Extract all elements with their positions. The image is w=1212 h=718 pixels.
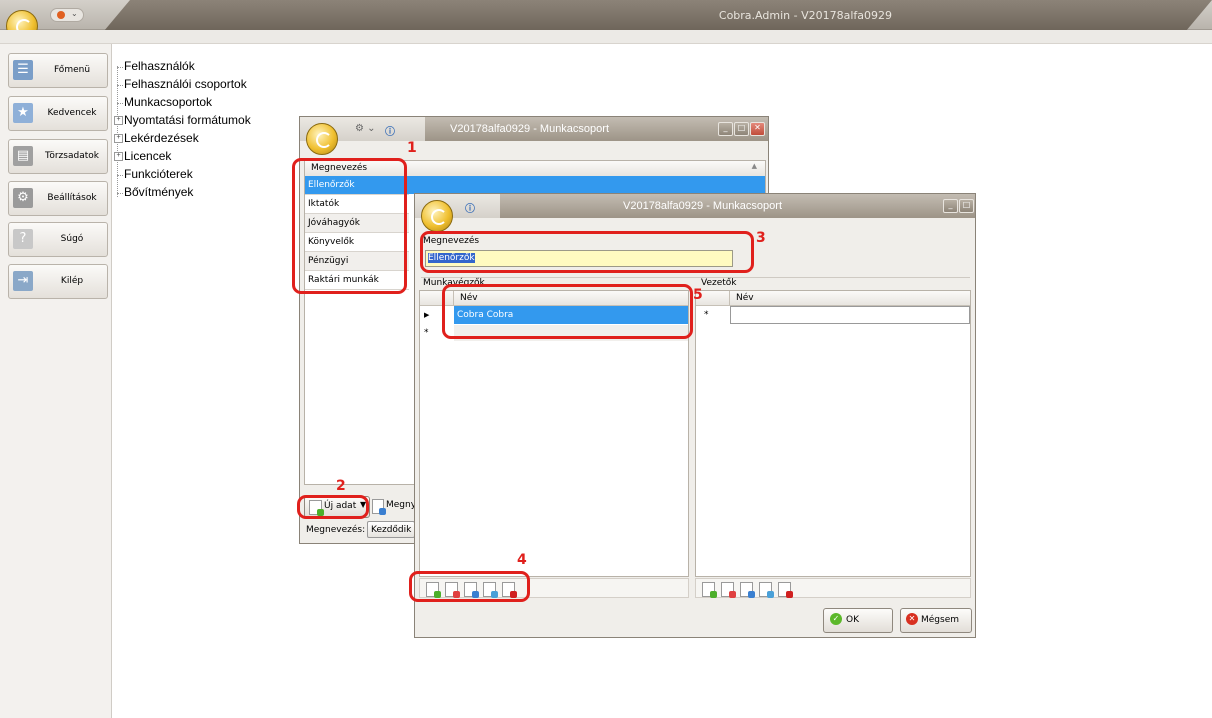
list-icon: ☰: [13, 60, 33, 80]
left-navigation: ☰ Főmenü ★ Kedvencek ▤ Törzsadatok ⚙ Beá…: [0, 44, 112, 718]
new-row-indicator-icon: *: [704, 310, 709, 320]
nav-label: Súgó: [60, 234, 84, 244]
tree-item-funkcioterek[interactable]: Funkcióterek: [117, 167, 193, 181]
annotation-box-5: [442, 284, 693, 339]
info-icon[interactable]: ⓘ: [385, 123, 395, 138]
tree-item-munkacsoportok[interactable]: Munkacsoportok: [116, 95, 213, 109]
settings-icon[interactable]: ⚙ ⌄: [355, 123, 376, 134]
add-row-icon[interactable]: [702, 582, 717, 598]
nav-sugo-button[interactable]: ? Súgó: [8, 222, 108, 257]
annotation-box-4: [409, 571, 530, 602]
record-icon: [57, 11, 65, 19]
question-icon: ?: [13, 229, 33, 249]
list-window-title: V20178alfa0929 - Munkacsoport: [450, 123, 609, 135]
delete-row-icon[interactable]: [778, 582, 793, 598]
tree-item-label: Munkacsoportok: [124, 95, 213, 109]
annotation-number-4: 4: [517, 552, 527, 568]
check-icon: ✓: [830, 613, 842, 625]
annotation-box-1: [292, 158, 407, 294]
window-orb-icon[interactable]: [306, 123, 338, 155]
remove-row-icon[interactable]: [721, 582, 736, 598]
app-title: Cobra.Admin - V20178alfa0929: [718, 9, 892, 22]
column-header[interactable]: Név: [736, 293, 754, 303]
tree-item-label: Bővítmények: [124, 185, 194, 199]
nav-label: Törzsadatok: [45, 151, 99, 161]
tree-item-label: Funkcióterek: [124, 167, 193, 181]
cancel-button[interactable]: ✕ Mégsem: [900, 608, 972, 633]
tree-item-licencek[interactable]: + Licencek: [114, 149, 172, 163]
open-doc-icon: [372, 499, 386, 515]
tree-item-label: Lekérdezések: [124, 131, 199, 145]
nav-label: Kilép: [60, 276, 84, 286]
tree-item-label: Felhasználói csoportok: [124, 77, 247, 91]
tree-item-felhasznalok[interactable]: Felhasználók: [117, 59, 195, 73]
cancel-label: Mégsem: [921, 615, 960, 625]
ribbon-strip: [0, 30, 1212, 44]
minimize-icon[interactable]: _: [718, 122, 733, 136]
expand-icon[interactable]: +: [114, 152, 123, 161]
tree-item-label: Nyomtatási formátumok: [124, 113, 251, 127]
close-icon[interactable]: ✕: [750, 122, 765, 136]
annotation-number-2: 2: [336, 478, 346, 494]
nav-label: Főmenü: [53, 65, 91, 75]
filter-label: Megnevezés:: [306, 525, 366, 535]
annotation-box-2: [297, 495, 369, 519]
annotation-number-1: 1: [407, 140, 417, 156]
maximize-icon[interactable]: □: [959, 199, 974, 213]
gear-icon: ⚙: [13, 188, 33, 208]
nav-fomenu-button[interactable]: ☰ Főmenü: [8, 53, 108, 88]
annotation-box-3: [420, 231, 754, 273]
tree-item-label: Felhasználók: [124, 59, 195, 73]
tree-item-lekerdezesek[interactable]: + Lekérdezések: [114, 131, 199, 145]
leaders-toolbar: [695, 578, 971, 598]
nav-label: Kedvencek: [47, 108, 97, 118]
move-row-icon[interactable]: [740, 582, 755, 598]
nav-beallitasok-button[interactable]: ⚙ Beállítások: [8, 181, 108, 216]
new-leader-row[interactable]: [730, 306, 970, 324]
leaders-label: Vezetők: [701, 278, 737, 288]
ok-button[interactable]: ✓ OK: [823, 608, 893, 633]
minimize-icon[interactable]: _: [943, 199, 958, 213]
leaders-grid: Név *: [695, 290, 971, 577]
table-icon: ▤: [13, 146, 33, 166]
expand-icon[interactable]: +: [114, 116, 123, 125]
cancel-icon: ✕: [906, 613, 918, 625]
maximize-icon[interactable]: □: [734, 122, 749, 136]
tree-item-label: Licencek: [124, 149, 172, 163]
nav-torzsadatok-button[interactable]: ▤ Törzsadatok: [8, 139, 108, 174]
list-row-selection: [409, 176, 765, 194]
expand-icon[interactable]: +: [114, 134, 123, 143]
nav-label: Beállítások: [47, 193, 97, 203]
tree-item-nyomtatasi-formatumok[interactable]: + Nyomtatási formátumok: [114, 113, 251, 127]
open-label: Megny: [386, 500, 417, 510]
app-titlebar: [0, 0, 1212, 30]
nav-kilep-button[interactable]: ⇥ Kilép: [8, 264, 108, 299]
edit-window-title: V20178alfa0929 - Munkacsoport: [623, 200, 782, 212]
window-orb-icon[interactable]: [421, 200, 453, 232]
nav-kedvencek-button[interactable]: ★ Kedvencek: [8, 96, 108, 131]
edit-row-icon[interactable]: [759, 582, 774, 598]
quick-access-toolbar[interactable]: ⌄: [50, 8, 84, 22]
annotation-number-5: 5: [693, 287, 703, 303]
tree-item-bovitmenyek[interactable]: Bővítmények: [116, 185, 194, 199]
tree-item-felhasznaloi-csoportok[interactable]: Felhasználói csoportok: [117, 77, 247, 91]
exit-icon: ⇥: [13, 271, 33, 291]
chevron-down-icon: ⌄: [71, 9, 78, 18]
annotation-number-3: 3: [756, 230, 766, 246]
info-icon[interactable]: ⓘ: [465, 200, 475, 215]
sort-asc-icon: ▲: [751, 162, 757, 170]
ok-label: OK: [846, 615, 859, 625]
star-icon: ★: [13, 103, 33, 123]
filter-mode-dropdown[interactable]: Kezdődik: [367, 521, 415, 538]
